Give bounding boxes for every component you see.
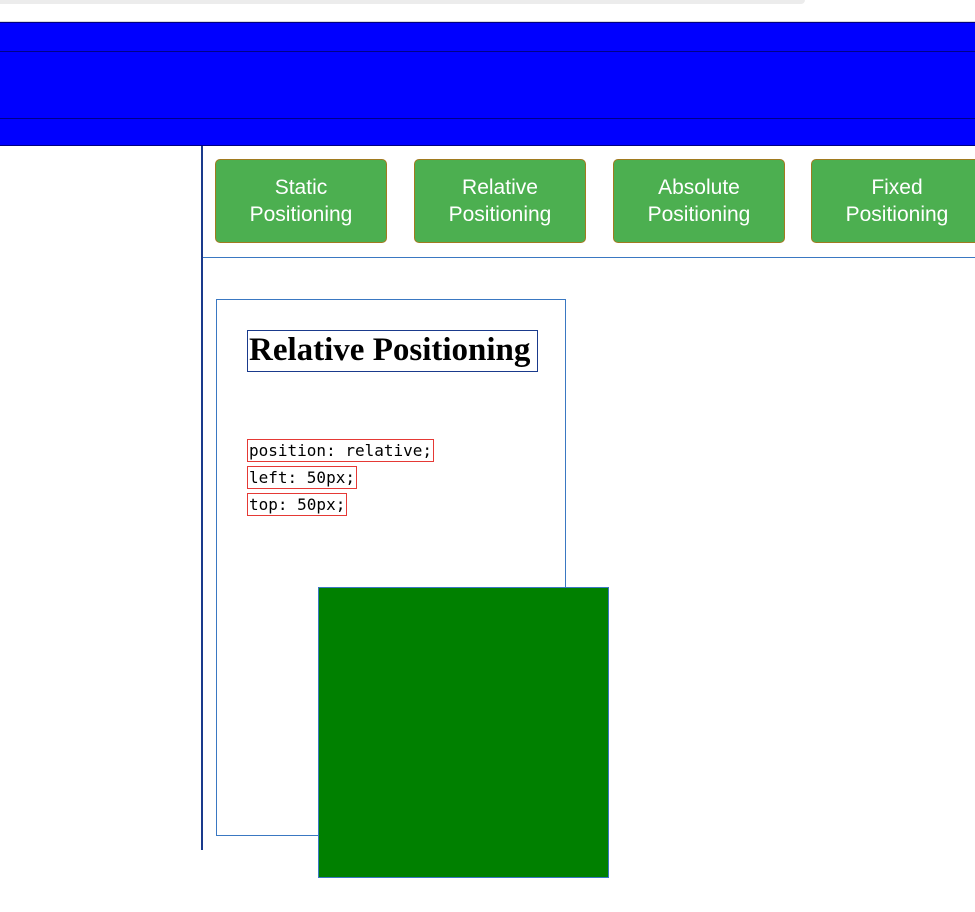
nav-relative-positioning-button[interactable]: Relative Positioning <box>414 159 586 243</box>
nav-button-label: Absolute Positioning <box>647 176 751 226</box>
positioning-nav: Static Positioning Relative Positioning … <box>203 146 975 258</box>
nav-button-label: Static Positioning <box>249 176 353 226</box>
nav-button-label: Relative Positioning <box>448 176 552 226</box>
nav-static-positioning-button[interactable]: Static Positioning <box>215 159 387 243</box>
browser-top-strip <box>0 0 975 22</box>
css-code-line: top: 50px; <box>247 493 348 516</box>
header-divider <box>0 51 975 52</box>
relative-positioned-box <box>318 587 609 878</box>
nav-fixed-positioning-button[interactable]: Fixed Positioning <box>811 159 975 243</box>
address-bar-edge <box>0 0 805 4</box>
header-divider <box>0 118 975 119</box>
main-content: Static Positioning Relative Positioning … <box>201 146 975 878</box>
nav-absolute-positioning-button[interactable]: Absolute Positioning <box>613 159 785 243</box>
css-code-line: left: 50px; <box>247 466 357 489</box>
css-code-line: position: relative; <box>247 439 435 462</box>
page-header <box>0 22 975 146</box>
nav-button-label: Fixed Positioning <box>845 176 949 226</box>
demo-heading: Relative Positioning <box>247 330 538 372</box>
